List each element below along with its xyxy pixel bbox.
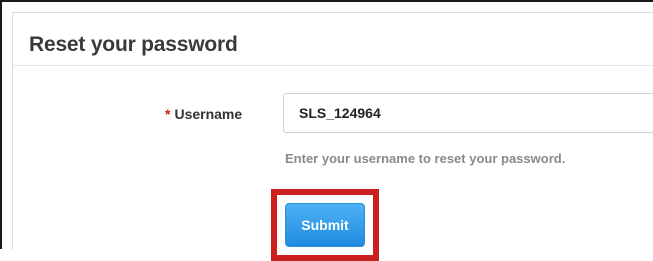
required-marker: * <box>165 106 171 122</box>
title-divider <box>13 65 653 66</box>
username-label-text: Username <box>174 106 243 122</box>
username-label: * Username <box>165 106 242 122</box>
submit-button[interactable]: Submit <box>285 203 365 247</box>
page-title: Reset your password <box>29 33 238 56</box>
username-input[interactable] <box>283 93 653 133</box>
username-help-text: Enter your username to reset your passwo… <box>285 151 566 166</box>
reset-password-panel: Reset your password *Username Enter your… <box>12 12 653 261</box>
